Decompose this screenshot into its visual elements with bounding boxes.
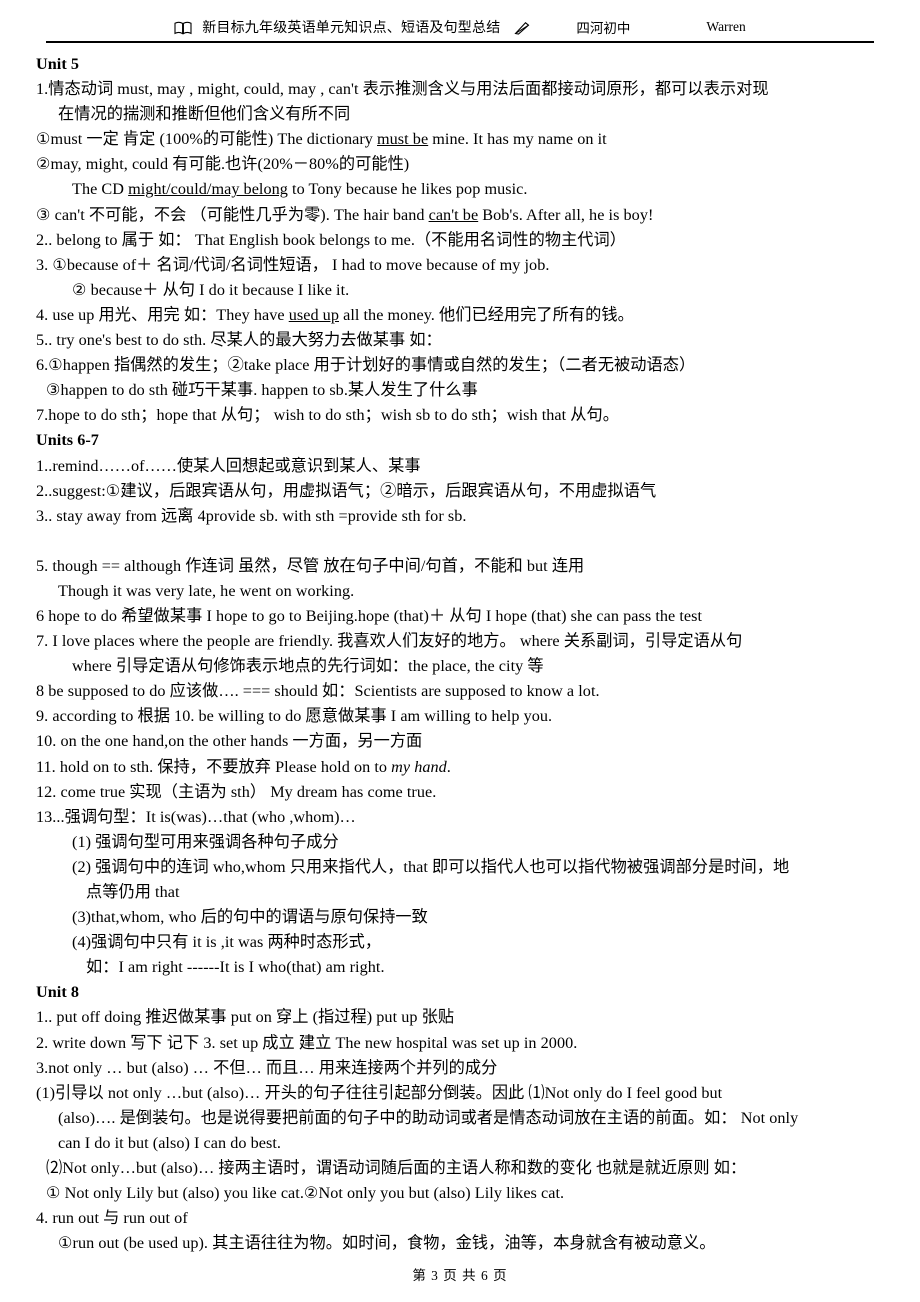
line-text-part: 11. hold on to sth. 保持，不要放弃 Please hold … — [36, 757, 392, 776]
body-line: 1..remind……of……使某人回想起或意识到某人、某事 — [36, 456, 421, 475]
body-line: 3.. stay away from 远离 4provide sb. with … — [36, 506, 467, 525]
body-line: 7. I love places where the people are fr… — [36, 632, 743, 651]
body-line-must: ①must 一定 肯定 (100%的可能性) The dictionary mu… — [36, 127, 892, 152]
line-text-part: all the money. 他们已经用完了所有的钱。 — [338, 305, 634, 324]
body-line: 7.hope to do sth；hope that 从句； wish to d… — [36, 406, 620, 425]
line-text-part: to Tony because he likes pop music. — [287, 180, 528, 199]
body-line: 12. come true 实现（主语为 sth） My dream has c… — [36, 782, 437, 801]
document-header: 新目标九年级英语单元知识点、短语及句型总结 四河初中 Warren — [46, 14, 874, 44]
body-line-useup: 4. use up 用光、用完 如：They have used up all … — [36, 303, 892, 328]
body-line: where 引导定语从句修饰表示地点的先行词如：the place, the c… — [72, 657, 544, 676]
body-line: ③happen to do sth 碰巧干某事. happen to sb.某人… — [46, 381, 478, 400]
header-divider — [46, 41, 874, 43]
body-line: 4. run out 与 run out of — [36, 1209, 188, 1228]
body-line: (2) 强调句中的连词 who,whom 只用来指代人，that 即可以指代人也… — [72, 857, 790, 876]
body-line: 1.. put off doing 推迟做某事 put on 穿上 (指过程) … — [36, 1008, 455, 1027]
body-line: 2.. belong to 属于 如： That English book be… — [36, 230, 627, 249]
body-line: ⑵Not only…but (also)… 接两主语时，谓语动词随后面的主语人称… — [46, 1159, 747, 1178]
document-page: 新目标九年级英语单元知识点、短语及句型总结 四河初中 Warren Unit 5… — [0, 0, 920, 1302]
page-footer: 第 3 页 共 6 页 — [0, 1264, 920, 1284]
underlined-phrase: can't be — [428, 205, 479, 224]
body-line: (1) 强调句型可用来强调各种句子成分 — [72, 832, 339, 851]
header-title: 新目标九年级英语单元知识点、短语及句型总结 — [202, 21, 501, 36]
line-text-part: The CD — [72, 180, 129, 199]
body-line: 6.①happen 指偶然的发生；②take place 用于计划好的事情或自然… — [36, 356, 696, 375]
body-line: (3)that,whom, who 后的句中的谓语与原句保持一致 — [72, 908, 428, 927]
body-line-cd: The CD might/could/may belong to Tony be… — [36, 177, 892, 202]
body-line: 9. according to 根据 10. be willing to do … — [36, 707, 553, 726]
open-book-icon — [174, 21, 192, 35]
body-line: 点等仍用 that — [86, 883, 180, 901]
body-line: 3.not only … but (also) … 不但… 而且… 用来连接两个… — [36, 1058, 498, 1077]
section-heading-unit8: Unit 8 — [36, 983, 80, 1002]
section-heading-units67: Units 6-7 — [36, 431, 99, 450]
body-line: 1.情态动词 must, may , might, could, may , c… — [36, 80, 769, 99]
body-line: 在情况的揣测和推断但他们含义有所不同 — [58, 105, 351, 124]
line-text-part: . — [446, 757, 451, 776]
body-line-cant: ③ can't 不可能，不会 （可能性几乎为零). The hair band … — [36, 203, 892, 228]
underlined-phrase: must be — [377, 130, 429, 149]
line-text-part: 4. use up 用光、用完 如：They have — [36, 305, 289, 324]
page-number-label: 第 3 页 共 6 页 — [412, 1268, 508, 1283]
body-line: Though it was very late, he went on work… — [58, 581, 355, 600]
body-line: (4)强调句中只有 it is ,it was 两种时态形式， — [72, 933, 382, 952]
section-heading-unit5: Unit 5 — [36, 55, 80, 73]
line-text-part: ①must 一定 肯定 (100%的可能性) The dictionary — [36, 130, 378, 149]
line-text-part: Bob's. After all, he is boy! — [478, 205, 654, 224]
body-line: 5. though == although 作连词 虽然，尽管 放在句子中间/句… — [36, 556, 585, 575]
body-line: can I do it but (also) I can do best. — [58, 1133, 282, 1152]
body-line: ①run out (be used up). 其主语往往为物。如时间，食物，金钱… — [58, 1234, 716, 1253]
pen-icon — [514, 21, 530, 35]
body-line: 6 hope to do 希望做某事 I hope to go to Beiji… — [36, 606, 703, 625]
body-line-holdon: 11. hold on to sth. 保持，不要放弃 Please hold … — [36, 755, 892, 780]
body-line: 3. ①because of＋ 名词/代词/名词性短语， I had to mo… — [36, 255, 550, 274]
body-line: 2. write down 写下 记下 3. set up 成立 建立 The … — [36, 1033, 578, 1052]
body-line: 如：I am right ------It is I who(that) am … — [86, 958, 385, 977]
underlined-phrase: used up — [288, 305, 339, 324]
italic-phrase: my hand — [391, 757, 447, 776]
line-text-part: mine. It has my name on it — [428, 130, 607, 149]
body-line: ② because＋ 从句 I do it because I like it. — [72, 280, 350, 299]
body-line: ②may, might, could 有可能.也许(20%－80%的可能性) — [36, 155, 410, 174]
document-body: Unit 5 1.情态动词 must, may , might, could, … — [36, 52, 892, 1256]
underlined-phrase: might/could/may belong — [128, 180, 288, 199]
line-text-part: ③ can't 不可能，不会 （可能性几乎为零). The hair band — [36, 205, 429, 224]
body-line: 13...强调句型：It is(was)…that (who ,whom)… — [36, 807, 356, 826]
body-line: 8 be supposed to do 应该做…. === should 如：S… — [36, 682, 600, 701]
body-line: 2..suggest:①建议，后跟宾语从句，用虚拟语气；②暗示，后跟宾语从句，不… — [36, 481, 657, 500]
header-school: 四河初中 — [576, 21, 631, 36]
body-line: ① Not only Lily but (also) you like cat.… — [46, 1184, 565, 1203]
body-line: 10. on the one hand,on the other hands 一… — [36, 732, 423, 751]
body-line: (also)…. 是倒装句。也是说得要把前面的句子中的助动词或者是情态动词放在主… — [58, 1108, 799, 1127]
body-line: 5.. try one's best to do sth. 尽某人的最大努力去做… — [36, 331, 442, 350]
body-line: (1)引导以 not only …but (also)… 开头的句子往往引起部分… — [36, 1083, 723, 1102]
header-author: Warren — [706, 19, 746, 34]
